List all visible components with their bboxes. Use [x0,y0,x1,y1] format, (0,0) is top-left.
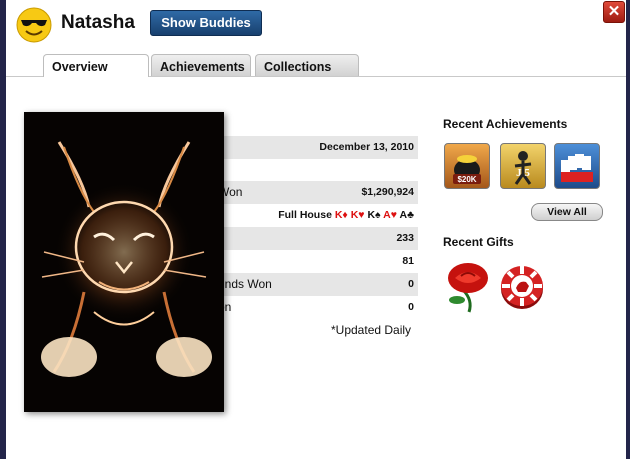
pot-of-gold-icon[interactable]: $20K [444,143,490,189]
view-all-button[interactable]: View All [531,203,603,221]
user-name: Natasha [61,12,135,33]
tab-achievements[interactable]: Achievements [151,54,251,76]
recent-achievements-title: Recent Achievements [443,117,568,131]
avatar-sunglasses-smiley-icon [16,7,52,43]
tab-overview[interactable]: Overview [43,54,149,77]
updated-note: *Updated Daily [331,323,412,337]
stat-value: December 13, 2010 [319,141,414,153]
stats-table: December 13, 2010 Won $1,290,924 Full Ho… [216,136,418,319]
poker-chip-icon[interactable] [499,262,545,310]
stat-value: 0 [408,301,414,313]
svg-text:$20K: $20K [457,175,476,184]
rose-icon[interactable] [443,260,495,314]
profile-photo-glowing-cat [24,112,224,412]
stat-row-best-hand: Full House K♦ K♥ K♠ A♥ A♣ [216,204,418,227]
stat-value: $1,290,924 [361,186,414,198]
stat-row-biggest-won: Won $1,290,924 [216,181,418,204]
stat-row-rounds-won: unds Won 0 [216,273,418,296]
profile-panel: Natasha Show Buddies ✕ Overview Achievem… [6,0,626,459]
recent-gifts-title: Recent Gifts [443,235,514,249]
svg-text:J 5: J 5 [516,167,530,179]
stat-row-tournaments-won: on 0 [216,296,418,319]
stat-row-hands-played: d 233 [216,227,418,250]
stat-row-hands-won: 81 [216,250,418,273]
profile-header: Natasha Show Buddies ✕ Overview Achievem… [6,0,626,77]
jacks-icon[interactable]: J 5 [500,143,546,189]
show-buddies-button[interactable]: Show Buddies [150,10,262,36]
stat-value: 233 [396,232,414,244]
stat-row-member-since: December 13, 2010 [216,136,418,159]
cards-hand-icon[interactable] [554,143,600,189]
close-button[interactable]: ✕ [603,1,625,23]
tab-collections[interactable]: Collections [255,54,359,76]
stat-value: 0 [408,278,414,290]
best-hand: Full House K♦ K♥ K♠ A♥ A♣ [278,209,414,221]
stat-value: 81 [402,255,414,267]
